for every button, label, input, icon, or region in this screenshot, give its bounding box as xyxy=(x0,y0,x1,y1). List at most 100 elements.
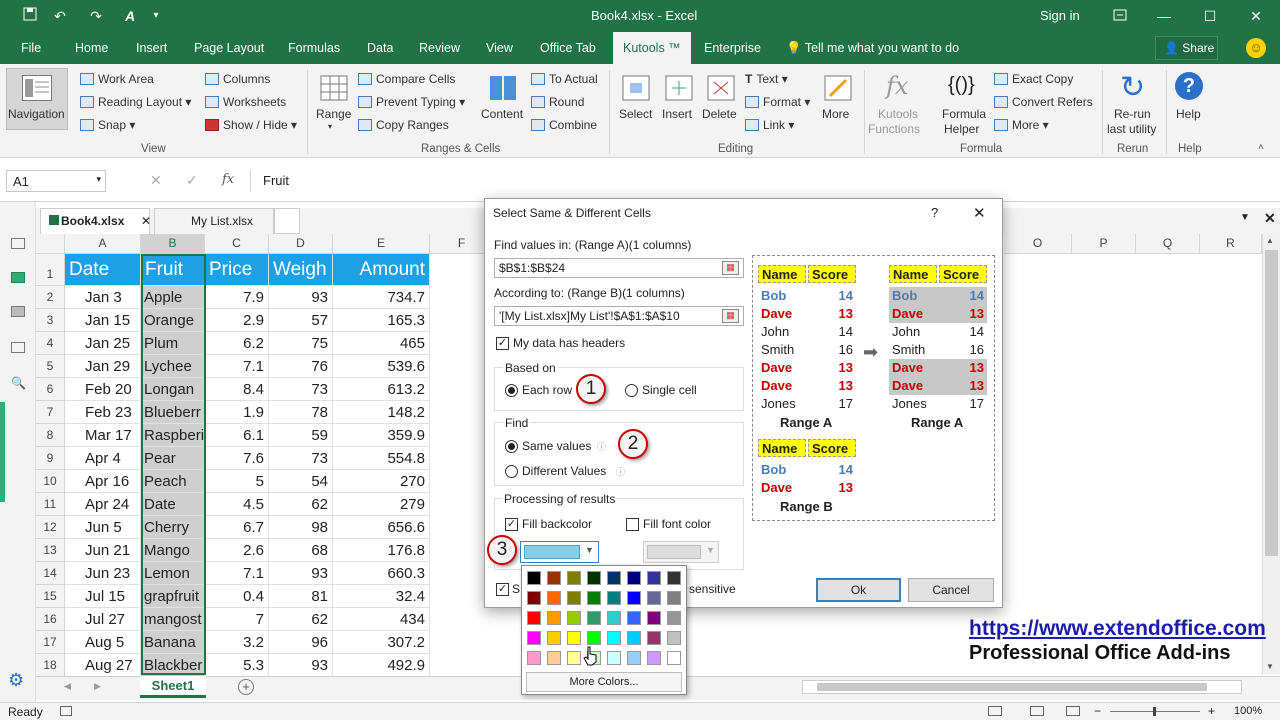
column-header-c[interactable]: C xyxy=(205,234,269,254)
color-swatch[interactable] xyxy=(667,611,681,625)
macro-record-icon[interactable] xyxy=(60,706,72,716)
color-swatch[interactable] xyxy=(587,591,601,605)
show-hide-button[interactable]: Show / Hide ▾ xyxy=(205,118,297,132)
row-header[interactable]: 7 xyxy=(36,401,65,424)
row-header[interactable]: 9 xyxy=(36,447,65,470)
tab-page-layout[interactable]: Page Layout xyxy=(194,41,264,55)
color-swatch[interactable] xyxy=(527,651,541,665)
according-input[interactable]: '[My List.xlsx]My List'!$A$1:$A$10 xyxy=(494,306,744,326)
scroll-up-icon[interactable]: ▲ xyxy=(1266,236,1274,245)
range-select-icon[interactable]: ▦ xyxy=(722,309,739,323)
table-cell[interactable]: 8.4 xyxy=(205,378,269,401)
color-swatch[interactable] xyxy=(527,571,541,585)
table-cell[interactable]: 62 xyxy=(269,493,333,516)
enter-entry-icon[interactable]: ✓ xyxy=(186,172,198,189)
table-cell[interactable]: 539.6 xyxy=(333,355,430,378)
table-cell[interactable]: Mar 17 xyxy=(65,424,141,447)
table-cell[interactable]: Plum xyxy=(141,332,205,355)
table-cell[interactable]: Apr 24 xyxy=(65,493,141,516)
table-cell[interactable]: 270 xyxy=(333,470,430,493)
page-break-view-icon[interactable] xyxy=(1066,706,1080,716)
row-header[interactable]: 12 xyxy=(36,516,65,539)
same-values-radio[interactable] xyxy=(505,440,518,453)
color-swatch[interactable] xyxy=(607,611,621,625)
prevent-typing-button[interactable]: Prevent Typing ▾ xyxy=(358,95,465,109)
pane-resize-handle[interactable] xyxy=(0,402,5,502)
color-swatch[interactable] xyxy=(647,591,661,605)
tab-data[interactable]: Data xyxy=(367,41,393,55)
table-cell[interactable]: Apr 4 xyxy=(65,447,141,470)
new-tab-button[interactable] xyxy=(274,208,300,234)
color-swatch[interactable] xyxy=(547,571,561,585)
tab-file[interactable]: File xyxy=(21,41,41,55)
insert-button[interactable]: Insert xyxy=(660,70,698,140)
color-swatch[interactable] xyxy=(587,611,601,625)
add-sheet-icon[interactable]: + xyxy=(238,679,254,695)
table-cell[interactable]: Peach xyxy=(141,470,205,493)
color-swatch[interactable] xyxy=(567,591,581,605)
table-cell[interactable]: Mango xyxy=(141,539,205,562)
table-cell[interactable]: grapfruit xyxy=(141,585,205,608)
more-editing-button[interactable]: More xyxy=(818,70,858,140)
table-cell[interactable]: 57 xyxy=(269,309,333,332)
color-swatch[interactable] xyxy=(547,651,561,665)
table-cell[interactable]: Blueberr xyxy=(141,401,205,424)
color-swatch[interactable] xyxy=(627,571,641,585)
table-cell[interactable]: Date xyxy=(141,493,205,516)
column-header-d[interactable]: D xyxy=(269,234,333,254)
table-cell[interactable]: Jan 15 xyxy=(65,309,141,332)
column-header-a[interactable]: A xyxy=(65,234,141,254)
tab-view[interactable]: View xyxy=(486,41,513,55)
color-swatch[interactable] xyxy=(667,631,681,645)
header-cell[interactable]: Price xyxy=(205,254,269,286)
table-cell[interactable]: 73 xyxy=(269,447,333,470)
table-cell[interactable]: Orange xyxy=(141,309,205,332)
color-swatch[interactable] xyxy=(567,631,581,645)
work-area-button[interactable]: Work Area xyxy=(80,72,154,86)
table-cell[interactable]: 1.9 xyxy=(205,401,269,424)
snap-button[interactable]: Snap ▾ xyxy=(80,118,135,132)
table-cell[interactable]: Lemon xyxy=(141,562,205,585)
minimize-icon[interactable]: — xyxy=(1154,6,1174,26)
table-cell[interactable]: 279 xyxy=(333,493,430,516)
color-swatch[interactable] xyxy=(667,591,681,605)
workbook-sheets-icon[interactable] xyxy=(11,238,25,249)
collapse-ribbon-icon[interactable]: ˄ xyxy=(1258,142,1264,153)
table-cell[interactable]: Jan 25 xyxy=(65,332,141,355)
table-cell[interactable]: 492.9 xyxy=(333,654,430,677)
tab-kutools[interactable]: Kutools ™ xyxy=(613,32,691,64)
color-swatch[interactable] xyxy=(547,631,561,645)
cancel-entry-icon[interactable]: ✕ xyxy=(150,172,162,189)
each-row-radio[interactable] xyxy=(505,384,518,397)
color-swatch[interactable] xyxy=(527,631,541,645)
table-cell[interactable]: 96 xyxy=(269,631,333,654)
table-cell[interactable]: 165.3 xyxy=(333,309,430,332)
maximize-icon[interactable]: ☐ xyxy=(1200,6,1220,26)
table-cell[interactable]: Lychee xyxy=(141,355,205,378)
find-replace-icon[interactable]: 🔍 xyxy=(11,376,26,390)
column-header-e[interactable]: E xyxy=(333,234,430,254)
table-cell[interactable]: 307.2 xyxy=(333,631,430,654)
row-header[interactable]: 4 xyxy=(36,332,65,355)
column-header-o[interactable]: O xyxy=(1004,234,1072,254)
row-header[interactable]: 14 xyxy=(36,562,65,585)
color-swatch[interactable] xyxy=(627,631,641,645)
color-swatch[interactable] xyxy=(627,651,641,665)
table-cell[interactable]: 76 xyxy=(269,355,333,378)
doc-tab-book4[interactable]: Book4.xlsx ✕ xyxy=(40,208,151,234)
doc-tab-my-list[interactable]: My List.xlsx xyxy=(154,208,274,234)
ok-button[interactable]: Ok xyxy=(816,578,901,602)
table-cell[interactable]: Longan xyxy=(141,378,205,401)
zoom-slider-thumb[interactable] xyxy=(1153,707,1156,716)
table-cell[interactable]: Jun 23 xyxy=(65,562,141,585)
table-cell[interactable]: Jan 29 xyxy=(65,355,141,378)
table-cell[interactable]: Jun 21 xyxy=(65,539,141,562)
select-button[interactable]: Select xyxy=(616,70,656,140)
table-cell[interactable]: Jan 3 xyxy=(65,286,141,309)
table-cell[interactable]: 59 xyxy=(269,424,333,447)
table-cell[interactable]: 554.8 xyxy=(333,447,430,470)
table-cell[interactable]: Banana xyxy=(141,631,205,654)
round-button[interactable]: Round xyxy=(531,95,584,109)
table-cell[interactable]: 7.1 xyxy=(205,562,269,585)
table-cell[interactable]: mangost xyxy=(141,608,205,631)
